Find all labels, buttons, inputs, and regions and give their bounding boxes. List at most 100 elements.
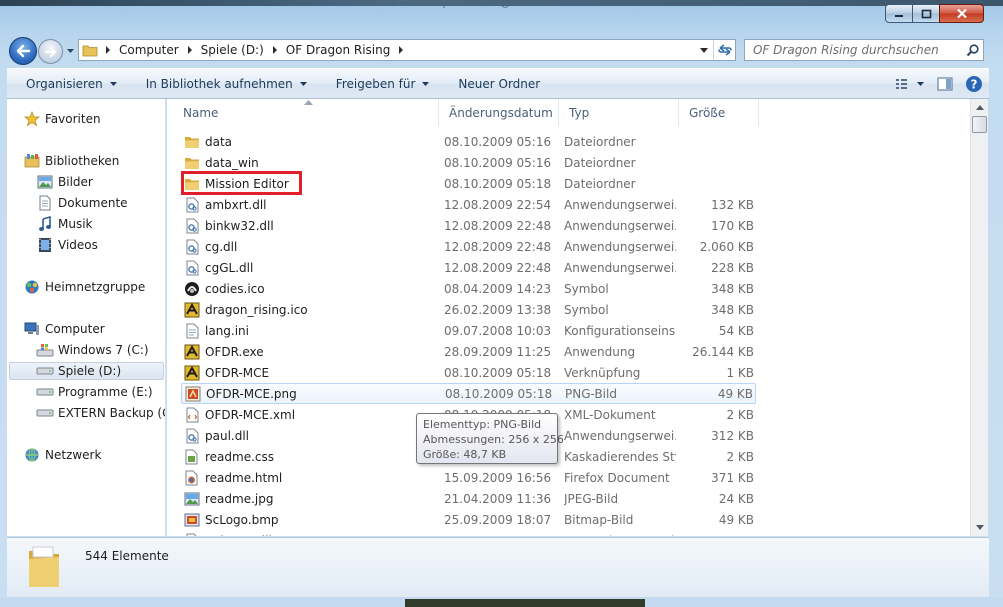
- search-button[interactable]: [961, 40, 983, 60]
- maximize-button[interactable]: [912, 4, 939, 23]
- minimize-button[interactable]: [885, 4, 912, 23]
- recent-pages-dropdown[interactable]: [66, 46, 75, 55]
- network-icon: [23, 446, 41, 464]
- file-date: 08.10.2009 05:18: [445, 386, 553, 401]
- file-row[interactable]: unicows.dll 10.08.2006 15:17 Anwendungserw…: [181, 530, 756, 536]
- nav-drive-d-label: Spiele (D:): [58, 364, 122, 378]
- search-input[interactable]: [745, 41, 961, 59]
- nav-network[interactable]: Netzwerk: [23, 446, 101, 464]
- computer-icon: [23, 320, 41, 338]
- address-history-dropdown[interactable]: [695, 40, 713, 60]
- file-name-cell: readme.jpg: [184, 491, 439, 507]
- taskbar-fragment: [405, 599, 645, 607]
- close-button[interactable]: [939, 4, 984, 23]
- nav-computer[interactable]: Computer: [23, 320, 105, 338]
- file-row[interactable]: ScLogo.bmp 25.09.2009 18:07 Bitmap-Bild 49 …: [181, 509, 756, 530]
- file-row[interactable]: dragon_rising.ico 26.02.2009 13:38 Symbol 3…: [181, 299, 756, 320]
- chevron-down-icon: [975, 525, 984, 530]
- file-row[interactable]: binkw32.dll 12.08.2009 22:48 Anwendungserw…: [181, 215, 756, 236]
- details-view-icon: [896, 78, 924, 89]
- details-pane: 544 Elemente: [7, 537, 989, 597]
- file-row[interactable]: readme.jpg 21.04.2009 11:36 JPEG-Bild 24 KB: [181, 488, 756, 509]
- address-bar[interactable]: Computer Spiele (D:) OF Dragon Rising: [78, 39, 736, 61]
- file-type: Dateiordner: [564, 155, 636, 170]
- nav-drive-d[interactable]: Spiele (D:): [9, 362, 164, 380]
- file-name: codies.ico: [205, 281, 265, 296]
- breadcrumb-arrow-icon[interactable]: [183, 46, 197, 54]
- file-name: ambxrt.dll: [205, 197, 267, 212]
- file-row[interactable]: readme.html 15.09.2009 16:56 Firefox Docum…: [181, 467, 756, 488]
- forward-button[interactable]: [38, 39, 63, 64]
- column-header-size[interactable]: Größe: [679, 99, 759, 126]
- file-row[interactable]: data_win 08.10.2009 05:16 Dateiordner: [181, 152, 756, 173]
- file-row[interactable]: OFDR.exe 28.09.2009 11:25 Anwendung 26.144 …: [181, 341, 756, 362]
- nav-pictures[interactable]: Bilder: [36, 173, 93, 191]
- breadcrumb-arrow-icon[interactable]: [394, 46, 408, 54]
- file-date: 12.08.2009 22:48: [444, 239, 552, 254]
- scroll-down-button[interactable]: [971, 519, 988, 536]
- ofdr-icon: [184, 302, 200, 318]
- file-date: 15.09.2009 16:56: [444, 470, 552, 485]
- homegroup-icon: [23, 278, 41, 296]
- preview-pane-button[interactable]: [931, 69, 959, 98]
- videos-icon: [36, 236, 54, 254]
- column-type-label: Typ: [569, 105, 590, 120]
- vertical-scrollbar[interactable]: [970, 99, 988, 536]
- refresh-button[interactable]: [713, 40, 735, 60]
- breadcrumb-arrow-icon[interactable]: [101, 46, 115, 54]
- column-header-type[interactable]: Typ: [559, 99, 679, 126]
- file-name: unicows.dll: [205, 534, 272, 537]
- file-row[interactable]: OFDR-MCE 08.10.2009 05:18 Verknüpfung 1 KB: [181, 362, 756, 383]
- nav-libraries[interactable]: Bibliotheken: [23, 152, 119, 170]
- file-name-cell: ambxrt.dll: [184, 197, 439, 213]
- file-row[interactable]: codies.ico 08.04.2009 14:23 Symbol 348 KB: [181, 278, 756, 299]
- organize-menu[interactable]: Organisieren: [7, 69, 127, 98]
- music-icon: [36, 215, 54, 233]
- file-name-cell: readme.html: [184, 470, 439, 486]
- change-view-button[interactable]: [889, 69, 931, 98]
- file-name: dragon_rising.ico: [205, 302, 308, 317]
- svg-text:?: ?: [971, 77, 978, 91]
- file-date: 08.10.2009 05:16: [444, 134, 552, 149]
- help-button[interactable]: ?: [959, 69, 989, 98]
- include-library-menu[interactable]: In Bibliothek aufnehmen: [127, 69, 317, 98]
- scroll-up-button[interactable]: [971, 99, 988, 116]
- hard-drive-icon: [36, 404, 54, 422]
- nav-videos[interactable]: Videos: [36, 236, 98, 254]
- file-row[interactable]: cgGL.dll 12.08.2009 22:48 Anwendungserwei.…: [181, 257, 756, 278]
- nav-music[interactable]: Musik: [36, 215, 93, 233]
- back-button[interactable]: [9, 37, 37, 65]
- breadcrumb-arrow-icon[interactable]: [268, 46, 282, 54]
- breadcrumb-computer[interactable]: Computer: [115, 43, 183, 57]
- file-row[interactable]: lang.ini 09.07.2008 10:03 Konfigurationsei…: [181, 320, 756, 341]
- help-icon: ?: [966, 75, 982, 92]
- file-type: Dateiordner: [564, 176, 636, 191]
- minimize-icon: [895, 14, 903, 17]
- file-row[interactable]: data 08.10.2009 05:16 Dateiordner: [181, 131, 756, 152]
- breadcrumb-drive-d[interactable]: Spiele (D:): [197, 43, 268, 57]
- nav-drive-e[interactable]: Programme (E:): [36, 383, 153, 401]
- file-name: OFDR.exe: [205, 344, 264, 359]
- nav-drive-g[interactable]: EXTERN Backup (G:: [36, 404, 165, 422]
- file-date: 08.10.2009 05:16: [444, 155, 552, 170]
- nav-favorites[interactable]: Favoriten: [23, 110, 101, 128]
- share-with-menu[interactable]: Freigeben für: [317, 69, 440, 98]
- file-name: OFDR-MCE.xml: [205, 407, 296, 422]
- library-icon: [23, 152, 41, 170]
- file-name: OFDR-MCE.png: [206, 386, 297, 401]
- nav-documents[interactable]: Dokumente: [36, 194, 128, 212]
- column-header-date[interactable]: Änderungsdatum: [439, 99, 559, 126]
- nav-homegroup[interactable]: Heimnetzgruppe: [23, 278, 145, 296]
- nav-documents-label: Dokumente: [58, 196, 128, 210]
- new-folder-label: Neuer Ordner: [458, 76, 541, 91]
- pictures-icon: [36, 173, 54, 191]
- breadcrumb-ofdr[interactable]: OF Dragon Rising: [282, 43, 395, 57]
- scroll-thumb[interactable]: [972, 116, 987, 133]
- share-with-label: Freigeben für: [335, 76, 416, 91]
- nav-drive-c[interactable]: Windows 7 (C:): [36, 341, 149, 359]
- file-row[interactable]: OFDR-MCE.png 08.10.2009 05:18 PNG-Bild 49 K…: [181, 383, 756, 404]
- new-folder-button[interactable]: Neuer Ordner: [439, 69, 550, 98]
- chevron-down-icon: [422, 81, 430, 86]
- file-row[interactable]: cg.dll 12.08.2009 22:48 Anwendungserwei...…: [181, 236, 756, 257]
- file-row[interactable]: ambxrt.dll 12.08.2009 22:54 Anwendungserwe…: [181, 194, 756, 215]
